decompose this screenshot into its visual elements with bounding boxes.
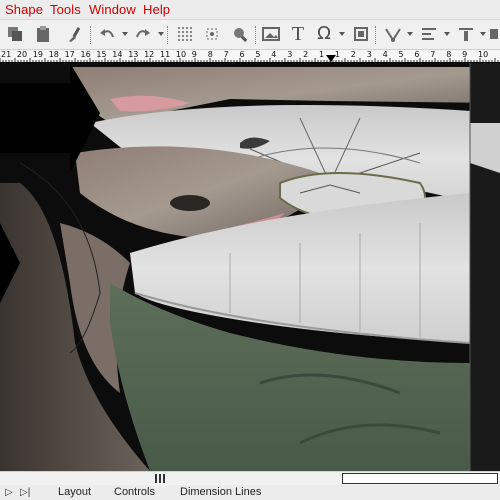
tab-nav-next-icon[interactable]: ▷ [5, 487, 13, 498]
menu-shape[interactable]: Shape [5, 2, 43, 17]
ruler-ticks [0, 55, 499, 62]
ruler-label: 1 [334, 50, 340, 59]
align-icon[interactable] [418, 23, 440, 45]
image-icon[interactable] [260, 23, 282, 45]
ruler-label: 3 [287, 50, 293, 59]
ruler-label: 14 [112, 50, 123, 59]
symbol-icon[interactable]: Ω [313, 23, 335, 45]
ruler-label: 18 [48, 50, 59, 59]
drawing-canvas[interactable] [0, 63, 500, 471]
symbol-tool-glyph: Ω [317, 23, 331, 44]
snap-icon[interactable] [201, 23, 223, 45]
ruler-label: 4 [271, 50, 277, 59]
text-align-icon[interactable] [455, 23, 477, 45]
ruler-label: 12 [144, 50, 155, 59]
page-tabs-bar: ▷ ▷| Layout Controls Dimension Lines [0, 485, 500, 500]
toolbar-separator [375, 26, 377, 44]
ruler-label: 2 [303, 50, 309, 59]
toolbar-separator [90, 26, 92, 44]
ruler-label: 6 [414, 50, 420, 59]
warped-photo [0, 63, 500, 471]
menu-help[interactable]: Help [143, 2, 170, 17]
menu-bar: Shape Tools Window Help [0, 0, 500, 20]
ruler-label: 20 [16, 50, 28, 59]
grid-icon[interactable] [174, 23, 196, 45]
horizontal-ruler: 21 20 19 18 17 16 15 14 13 12 11 10 9 8 7 6 5 4 3 2 1 1 2 3 4 5 6 7… [0, 50, 500, 63]
ruler-label: 19 [32, 50, 43, 59]
tab-controls[interactable]: Controls [114, 486, 155, 498]
undo-icon[interactable] [96, 23, 118, 45]
text-tool-glyph: T [291, 23, 305, 45]
ruler-label: 15 [96, 50, 107, 59]
redo-icon[interactable] [132, 23, 154, 45]
ruler-label: 21 [1, 50, 12, 59]
ruler-label: 10 [175, 50, 187, 59]
resize-icon[interactable] [350, 23, 372, 45]
ruler-label: 17 [64, 50, 75, 59]
horizontal-scrollbar[interactable] [0, 471, 500, 485]
tab-layout[interactable]: Layout [58, 486, 91, 498]
scrollbar-grip-icon[interactable] [155, 474, 165, 483]
paste-icon[interactable] [32, 23, 54, 45]
ruler-label: 9 [191, 50, 197, 59]
text-icon[interactable]: T [287, 23, 309, 45]
menu-tools[interactable]: Tools [50, 2, 81, 17]
copy-icon[interactable] [4, 23, 26, 45]
ruler-label: 4 [382, 50, 388, 59]
ruler-label: 1 [319, 50, 325, 59]
toolbar-separator [255, 26, 257, 44]
ruler-label: 8 [207, 50, 213, 59]
menu-window[interactable]: Window [89, 2, 136, 17]
curve-dropdown-icon[interactable] [407, 32, 413, 36]
undo-dropdown-icon[interactable] [122, 32, 128, 36]
stack-icon[interactable] [486, 23, 500, 45]
ruler-label: 10 [478, 50, 489, 59]
align-dropdown-icon[interactable] [444, 32, 450, 36]
ruler-label: 7 [223, 50, 229, 59]
ruler-label: 5 [255, 50, 261, 59]
toolbar-separator [167, 26, 169, 44]
ruler-label: 8 [446, 50, 452, 59]
ruler-label: 13 [128, 50, 139, 59]
zoom-region-icon[interactable] [229, 23, 251, 45]
tab-dimension-lines[interactable]: Dimension Lines [180, 486, 261, 498]
scrollbar-track[interactable] [342, 473, 498, 484]
curve-icon[interactable] [382, 23, 404, 45]
ruler-label: 11 [160, 50, 171, 59]
format-painter-icon[interactable] [64, 23, 86, 45]
toolbar: T Ω [0, 20, 500, 50]
symbol-dropdown-icon[interactable] [339, 32, 345, 36]
ruler-label: 2 [350, 50, 356, 59]
ruler-label: 6 [239, 50, 245, 59]
ruler-label: 9 [462, 50, 468, 59]
ruler-label: 5 [398, 50, 404, 59]
redo-dropdown-icon[interactable] [158, 32, 164, 36]
tab-nav-last-icon[interactable]: ▷| [20, 487, 30, 498]
ruler-label: 16 [80, 50, 91, 59]
ruler-label: 3 [366, 50, 372, 59]
ruler-label: 7 [430, 50, 436, 59]
